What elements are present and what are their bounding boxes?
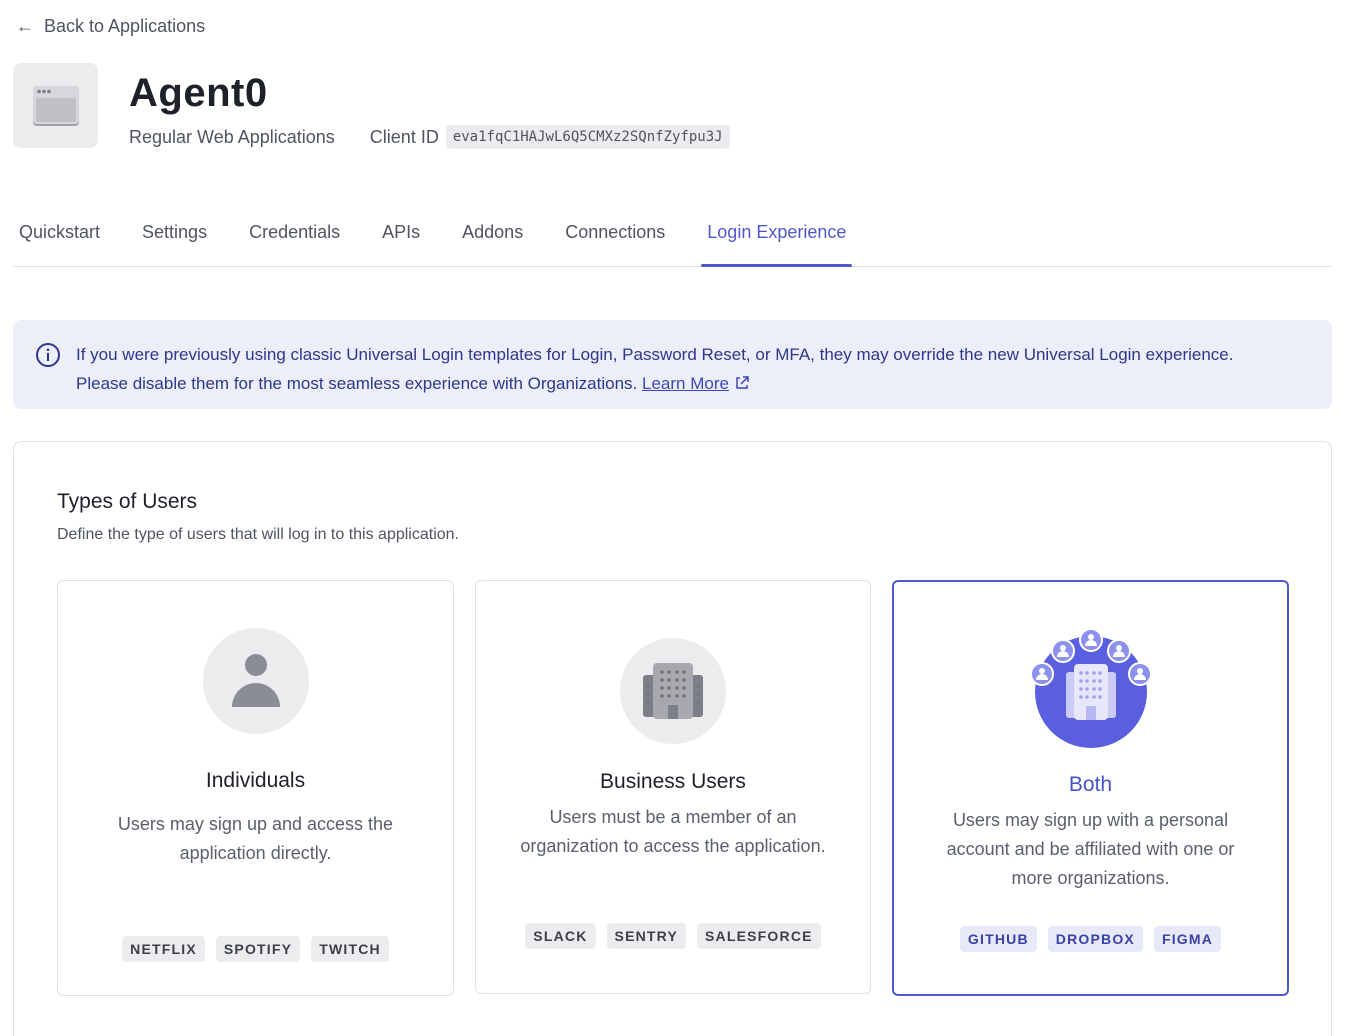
person-icon — [202, 628, 309, 739]
client-id-label: Client ID — [369, 126, 439, 147]
example-tag: SALESFORCE — [697, 923, 821, 949]
option-description: Users must be a member of an organizatio… — [520, 807, 826, 856]
example-tag: TWITCH — [311, 936, 389, 962]
option-description: Users may sign up with a personal accoun… — [946, 810, 1235, 888]
tab-apis[interactable]: APIs — [376, 214, 426, 266]
tab-credentials[interactable]: Credentials — [243, 214, 346, 266]
option-card-both[interactable]: Both Users may sign up with a personal a… — [892, 580, 1289, 996]
learn-more-link[interactable]: Learn More — [642, 374, 729, 393]
building-icon — [620, 638, 726, 749]
example-tags: SLACK SENTRY SALESFORCE — [476, 923, 870, 949]
tab-connections[interactable]: Connections — [559, 214, 671, 266]
example-tag: GITHUB — [959, 926, 1037, 952]
back-link-label: Back to Applications — [44, 16, 206, 36]
example-tags: GITHUB DROPBOX FIGMA — [894, 926, 1287, 952]
arrow-left-icon: ← — [16, 16, 34, 36]
info-icon — [35, 342, 61, 409]
app-header: Agent0 Regular Web Applications Client I… — [13, 63, 730, 149]
option-title: Both — [1068, 773, 1113, 796]
back-to-applications-link[interactable]: ← Back to Applications — [16, 16, 205, 37]
application-window-icon — [13, 63, 98, 148]
types-of-users-panel: Types of Users Define the type of users … — [13, 441, 1332, 1036]
example-tag: SENTRY — [606, 923, 686, 949]
app-name: Agent0 — [129, 71, 268, 115]
tab-addons[interactable]: Addons — [456, 214, 529, 266]
app-type: Regular Web Applications — [129, 126, 335, 147]
example-tag: NETFLIX — [122, 936, 205, 962]
info-banner: If you were previously using classic Uni… — [13, 320, 1332, 409]
example-tag: FIGMA — [1153, 926, 1222, 952]
option-title: Individuals — [205, 769, 306, 792]
example-tags: NETFLIX SPOTIFY TWITCH — [58, 936, 453, 962]
section-description: Define the type of users that will log i… — [57, 526, 459, 543]
banner-message: If you were previously using classic Uni… — [76, 340, 1246, 409]
tab-quickstart[interactable]: Quickstart — [13, 214, 106, 266]
tab-settings[interactable]: Settings — [136, 214, 213, 266]
tab-login-experience[interactable]: Login Experience — [701, 214, 853, 267]
option-card-business-users[interactable]: Business Users Users must be a member of… — [475, 580, 871, 994]
section-title: Types of Users — [57, 490, 198, 513]
option-description: Users may sign up and access the applica… — [117, 814, 394, 863]
example-tag: SPOTIFY — [215, 936, 301, 962]
app-tabs: Quickstart Settings Credentials APIs Add… — [13, 214, 1332, 267]
option-title: Business Users — [600, 770, 746, 793]
client-id-value[interactable]: eva1fqC1HAJwL6Q5CMXz2SQnfZyfpu3J — [445, 125, 730, 149]
option-card-individuals[interactable]: Individuals Users may sign up and access… — [57, 580, 454, 996]
example-tag: SLACK — [525, 923, 596, 949]
example-tag: DROPBOX — [1047, 926, 1143, 952]
organization-users-icon — [1029, 626, 1152, 755]
external-link-icon — [734, 374, 750, 393]
